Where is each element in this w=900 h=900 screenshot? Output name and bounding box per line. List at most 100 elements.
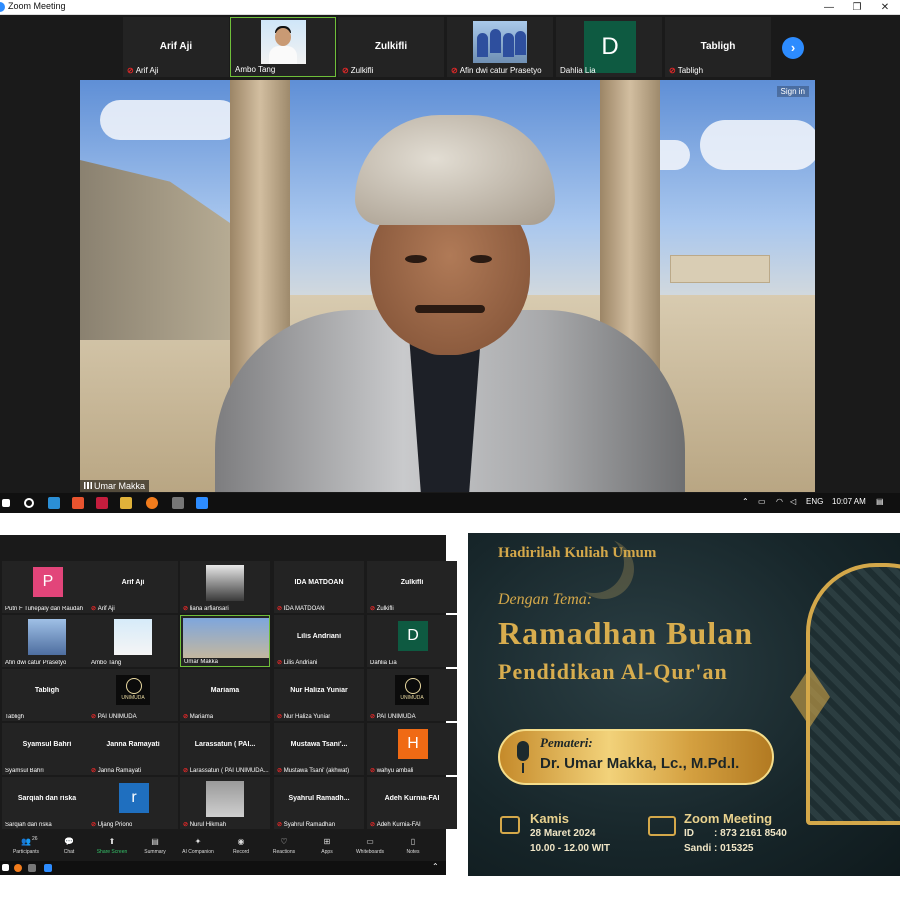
next-page-icon[interactable]: › — [782, 37, 804, 59]
volume-icon[interactable]: ◁ — [790, 497, 796, 506]
participant-label: ⊘ Arif Aji — [91, 606, 115, 612]
participants-icon: 👥 — [21, 837, 31, 846]
event-date: 28 Maret 2024 — [530, 828, 596, 839]
gallery-tile[interactable]: Mariama ⊘ Mariama — [180, 669, 270, 721]
gallery-tile[interactable]: Janna Ramayati ⊘ Janna Ramayati — [88, 723, 178, 775]
participant-label: Afin dwi catur Prasetyo — [5, 660, 67, 666]
gallery-tile[interactable]: Adeh Kurnia-FAI ⊘ Adeh Kurnia-FAI — [367, 777, 457, 829]
toolbar-participants-button[interactable]: 👥 26 Participants — [4, 836, 48, 855]
gallery-tile[interactable]: Lilis Andriani ⊘ Lilis Andriani — [274, 615, 364, 667]
battery-icon[interactable]: ▭ — [758, 497, 766, 506]
participant-label: ⊘ Mustawa Tsani' (akhwat) — [277, 768, 350, 774]
toolbar-reactions-button[interactable]: ♡ Reactions — [262, 837, 306, 855]
mic-muted-icon: ⊘ — [183, 714, 190, 720]
gallery-tile[interactable]: r ⊘ Ujang Priono — [88, 777, 178, 829]
participant-name: Syahrul Ramadh... — [288, 795, 350, 802]
toolbar-label: Summary — [144, 849, 166, 855]
gallery-tile[interactable]: Larassatun ( PAI... ⊘ Larassatun ( PAI UN… — [180, 723, 270, 775]
office-icon[interactable] — [72, 497, 84, 509]
participant-name: Janna Ramayati — [106, 741, 160, 748]
zoom-app-icon — [0, 2, 5, 12]
participant-tile[interactable]: Tabligh ⊘ Tabligh — [665, 17, 771, 77]
notifications-icon[interactable]: ▤ — [876, 497, 884, 506]
mic-muted-icon: ⊘ — [91, 822, 98, 828]
windows-start-icon[interactable] — [2, 864, 9, 871]
mic-muted-icon: ⊘ — [277, 714, 284, 720]
participant-tile[interactable]: Ambo Tang — [230, 17, 336, 77]
participant-tile[interactable]: D Dahlia Lia — [556, 17, 662, 77]
gallery-tile[interactable]: Syamsul Bahri Syamsul Bahri — [2, 723, 92, 775]
participant-video — [28, 619, 66, 655]
gallery-tile[interactable]: H ⊘ wahyu ambali — [367, 723, 457, 775]
toolbar-whiteboards-button[interactable]: ▭ Whiteboards — [348, 837, 392, 855]
gallery-tile[interactable]: Sarqiah dan riska Sarqiah dan riska — [2, 777, 92, 829]
clock[interactable]: 10:07 AM — [832, 497, 866, 506]
toolbar-share-screen-button[interactable]: ⬆ Share Screen — [90, 837, 134, 855]
firefox-icon[interactable] — [14, 864, 22, 872]
gallery-tile[interactable]: Syahrul Ramadh... ⊘ Syahrul Ramadhan — [274, 777, 364, 829]
windows-start-icon[interactable] — [2, 499, 10, 507]
app-icon[interactable] — [28, 864, 36, 872]
gallery-tile[interactable]: Umar Makka — [180, 615, 270, 667]
restore-button[interactable]: ❐ — [843, 0, 871, 15]
zoom-info-block: Zoom Meeting ID: 873 2161 8540 Sandi: 01… — [684, 811, 787, 856]
meeting-id-row: ID: 873 2161 8540 — [684, 828, 787, 839]
gallery-tile[interactable]: Tabligh Tabligh — [2, 669, 92, 721]
wifi-icon[interactable]: ◠ — [776, 497, 783, 506]
participant-video — [206, 565, 244, 601]
windows-taskbar-small: ⌃ — [0, 861, 446, 875]
tray-chevron-icon[interactable]: ⌃ — [742, 497, 749, 506]
window-title: Zoom Meeting — [8, 1, 66, 11]
gallery-tile[interactable]: ⊘ liana arfiansari — [180, 561, 270, 613]
gallery-tile[interactable]: D Dahlia Lia — [367, 615, 457, 667]
participant-label: ⊘ Larassatun ( PAI UNIMUDA... — [183, 768, 269, 774]
mic-muted-icon: ⊘ — [277, 822, 284, 828]
participant-name: Nur Haliza Yuniar — [290, 687, 348, 694]
close-button[interactable]: ✕ — [871, 0, 899, 15]
toolbar-label: Apps — [321, 849, 333, 855]
zoom-taskbar-icon[interactable] — [44, 864, 52, 872]
gallery-tile[interactable]: Mustawa Tsani'... ⊘ Mustawa Tsani' (akhwa… — [274, 723, 364, 775]
app-icon[interactable] — [96, 497, 108, 509]
participant-tile[interactable]: Zulkifli ⊘ Zulkifli — [338, 17, 444, 77]
toolbar-record-button[interactable]: ◉ Record — [219, 837, 263, 855]
mic-muted-icon: ⊘ — [183, 606, 190, 612]
folder-icon[interactable] — [120, 497, 132, 509]
gallery-tile[interactable]: P Putri F Tuhepaly dan Raudah — [2, 561, 92, 613]
app-icon[interactable] — [172, 497, 184, 509]
gallery-tile[interactable]: UNIMUDA ⊘ PAI UNIMUDA — [367, 669, 457, 721]
gallery-tile[interactable]: IDA MATDOAN ⊘ IDA MATDOAN — [274, 561, 364, 613]
gallery-tile[interactable]: ⊘ Nurul Hikmah — [180, 777, 270, 829]
gallery-tile[interactable]: Ambo Tang — [88, 615, 178, 667]
tray-chevron-icon[interactable]: ⌃ — [432, 862, 439, 871]
mic-muted-icon: ⊘ — [91, 768, 98, 774]
toolbar-notes-button[interactable]: ▯ Notes — [391, 837, 435, 855]
participant-label: ⊘ Zulkifli — [370, 606, 394, 612]
apps-icon: ⊞ — [323, 837, 331, 846]
minimize-button[interactable]: — — [815, 0, 843, 15]
zoom-taskbar-icon[interactable] — [196, 497, 208, 509]
event-day: Kamis — [530, 811, 570, 826]
firefox-icon[interactable] — [146, 497, 158, 509]
toolbar-ai-companion-button[interactable]: ✦ AI Companion — [176, 837, 220, 855]
participant-tile[interactable]: Arif Aji ⊘ Arif Aji — [123, 17, 229, 77]
gallery-tile[interactable]: Afin dwi catur Prasetyo — [2, 615, 92, 667]
gallery-tile[interactable]: Nur Haliza Yuniar ⊘ Nur Haliza Yuniar — [274, 669, 364, 721]
participant-label: ⊘ Afin dwi catur Prasetyo — [451, 66, 542, 75]
crescent-moon-decoration — [564, 533, 624, 593]
language-indicator[interactable]: ENG — [806, 497, 823, 506]
chat-icon: 💬 — [64, 837, 74, 846]
toolbar-label: Notes — [406, 849, 420, 855]
gallery-tile[interactable]: Arif Aji ⊘ Arif Aji — [88, 561, 178, 613]
gallery-tile[interactable]: Zulkifli ⊘ Zulkifli — [367, 561, 457, 613]
gallery-tile[interactable]: UNIMUDA ⊘ PAI UNIMUDA — [88, 669, 178, 721]
edge-icon[interactable] — [48, 497, 60, 509]
toolbar-chat-button[interactable]: 💬 Chat — [47, 837, 91, 855]
sign-in-link[interactable]: Sign in — [776, 86, 809, 97]
toolbar-summary-button[interactable]: ▤ Summary — [133, 837, 177, 855]
toolbar-apps-button[interactable]: ⊞ Apps — [305, 837, 349, 855]
participant-tile[interactable]: ⊘ Afin dwi catur Prasetyo — [447, 17, 553, 77]
title-bar: Zoom Meeting — ❐ ✕ — [0, 0, 900, 15]
participant-video — [473, 21, 527, 63]
search-icon[interactable] — [24, 498, 34, 508]
